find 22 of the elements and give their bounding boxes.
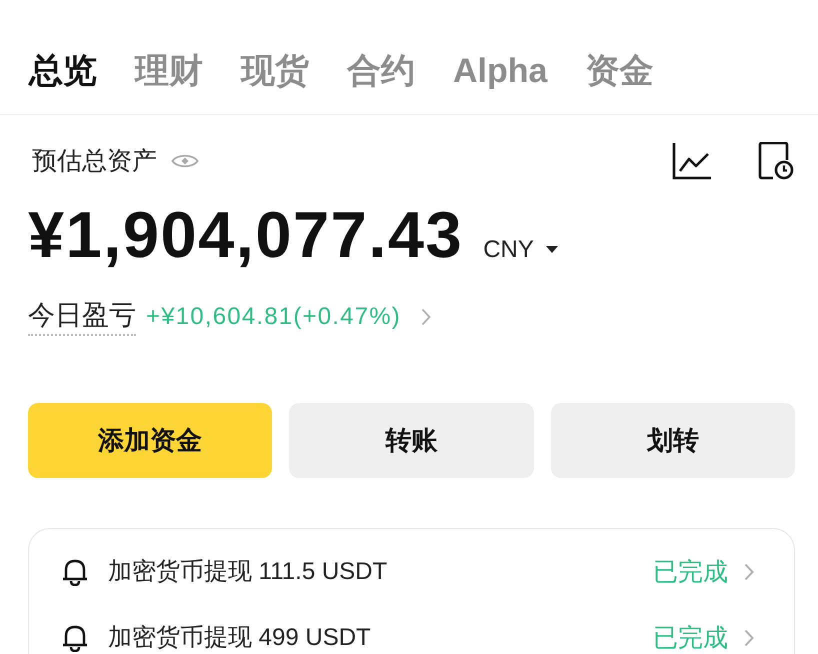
notification-text: 加密货币提现 111.5 USDT — [108, 558, 388, 587]
notification-text: 加密货币提现 499 USDT — [108, 624, 372, 653]
chevron-right-icon[interactable] — [744, 629, 754, 648]
line-chart-icon[interactable] — [672, 142, 712, 180]
add-funds-button[interactable]: 添加资金 — [28, 403, 272, 478]
bell-icon — [62, 624, 88, 652]
eye-icon[interactable] — [171, 152, 199, 170]
currency-selector[interactable]: CNY — [483, 236, 558, 264]
chevron-right-icon[interactable] — [420, 308, 431, 326]
bell-icon — [62, 558, 88, 586]
document-clock-icon[interactable] — [758, 142, 794, 180]
chevron-right-icon[interactable] — [744, 563, 754, 582]
status-label: 已完成 — [653, 557, 728, 588]
daily-pnl-label[interactable]: 今日盈亏 — [28, 298, 136, 336]
total-amount: ¥1,904,077.43 — [28, 198, 464, 273]
caret-icon — [546, 246, 558, 254]
action-button[interactable]: 划转 — [550, 403, 795, 478]
total-assets-label: 预估总资产 — [32, 146, 157, 176]
daily-pnl-value: +¥10,604.81(+0.47%) — [146, 303, 401, 332]
action-button[interactable]: 转账 — [289, 403, 534, 478]
tab[interactable]: 总览 — [29, 50, 97, 92]
status-label: 已完成 — [653, 623, 728, 654]
